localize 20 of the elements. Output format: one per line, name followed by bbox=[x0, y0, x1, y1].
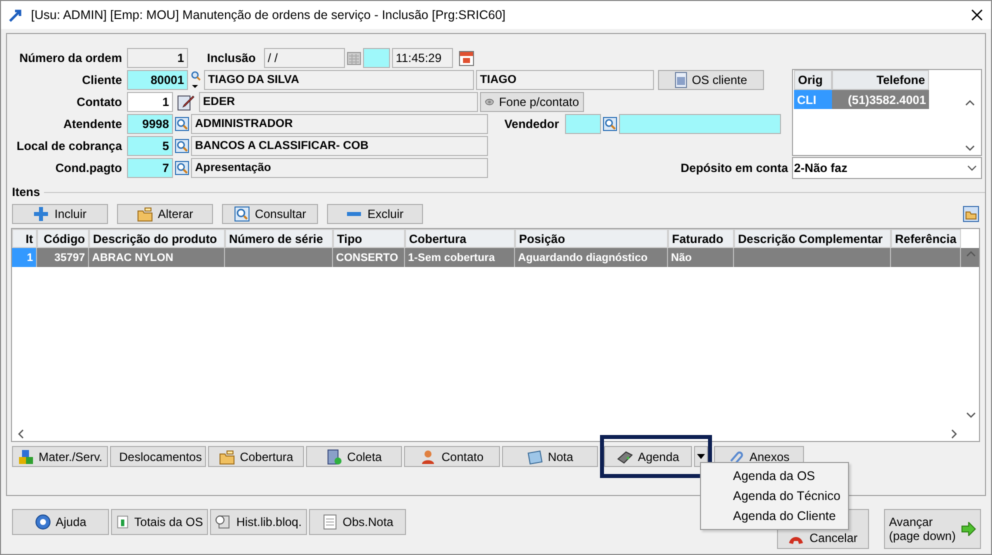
field-label: Local de cobrança bbox=[16, 139, 122, 153]
window-title: [Usu: ADMIN] [Emp: MOU] Manutenção de ordens de serviço - Inclusão [Prg:SRIC60] bbox=[31, 8, 506, 22]
group-title: Itens bbox=[12, 185, 40, 199]
field-label: Atendente bbox=[62, 117, 122, 131]
field-label: Inclusão bbox=[207, 51, 256, 65]
field-label: Depósito em conta bbox=[680, 161, 788, 175]
field-label: Cliente bbox=[80, 73, 122, 87]
field-label: Contato bbox=[76, 95, 122, 109]
field-label: Vendedor bbox=[503, 117, 559, 131]
field-label: Cond.pagto bbox=[54, 161, 122, 175]
column-header: Orig bbox=[794, 70, 832, 90]
column-header: Telefone bbox=[832, 70, 929, 90]
table-cell: CONSERTO bbox=[333, 248, 405, 267]
table-cell: 1-Sem cobertura bbox=[405, 248, 515, 267]
table-cell: Aguardando diagnóstico bbox=[515, 248, 668, 267]
table-cell: ABRAC NYLON bbox=[89, 248, 225, 267]
field-label: Número da ordem bbox=[18, 51, 122, 65]
table-cell: 1 bbox=[12, 248, 37, 267]
table-cell: Não bbox=[668, 248, 734, 267]
table-cell: 35797 bbox=[37, 248, 89, 267]
